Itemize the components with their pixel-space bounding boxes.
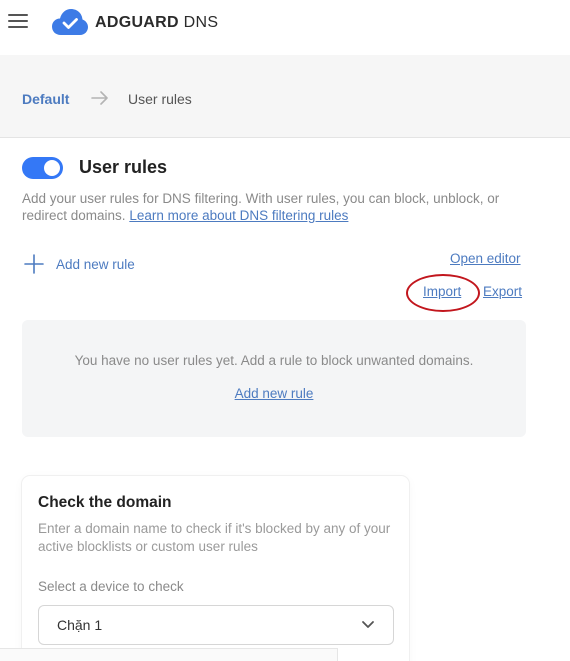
user-rules-title: User rules bbox=[79, 157, 168, 177]
empty-add-rule-link[interactable]: Add new rule bbox=[235, 386, 314, 401]
user-rules-toggle[interactable] bbox=[22, 157, 63, 179]
open-editor-link[interactable]: Open editor bbox=[450, 251, 521, 266]
breadcrumb-default-link[interactable]: Default bbox=[22, 91, 69, 107]
arrow-right-icon bbox=[91, 91, 108, 105]
device-select-label: Select a device to check bbox=[38, 579, 184, 594]
adguard-logo[interactable]: ADGUARD DNS bbox=[52, 8, 218, 38]
device-select[interactable]: Chặn 1 bbox=[38, 605, 394, 645]
add-new-rule-button[interactable]: Add new rule bbox=[24, 254, 135, 274]
add-new-rule-label: Add new rule bbox=[56, 256, 135, 272]
check-domain-description: Enter a domain name to check if it's blo… bbox=[38, 521, 391, 554]
hamburger-icon[interactable] bbox=[8, 14, 28, 30]
plus-icon bbox=[24, 254, 44, 274]
brand-name: ADGUARD DNS bbox=[95, 14, 219, 31]
cloud-shield-icon bbox=[52, 9, 88, 35]
empty-rules-message: You have no user rules yet. Add a rule t… bbox=[74, 353, 474, 368]
device-select-value: Chặn 1 bbox=[57, 617, 103, 633]
bottom-status-strip bbox=[0, 648, 338, 661]
user-rules-description: Add your user rules for DNS filtering. W… bbox=[22, 191, 500, 223]
learn-more-link[interactable]: Learn more about DNS filtering rules bbox=[129, 208, 348, 223]
breadcrumb-current: User rules bbox=[128, 91, 192, 107]
breadcrumb: Default User rules bbox=[0, 55, 570, 138]
empty-rules-panel: You have no user rules yet. Add a rule t… bbox=[22, 320, 526, 437]
export-link[interactable]: Export bbox=[483, 284, 522, 299]
check-domain-card: Check the domain Enter a domain name to … bbox=[22, 476, 409, 661]
toggle-knob bbox=[44, 160, 60, 176]
check-domain-title: Check the domain bbox=[38, 494, 172, 511]
chevron-down-icon bbox=[362, 621, 374, 628]
annotation-circle bbox=[406, 274, 480, 312]
top-bar: ADGUARD DNS bbox=[0, 0, 570, 46]
